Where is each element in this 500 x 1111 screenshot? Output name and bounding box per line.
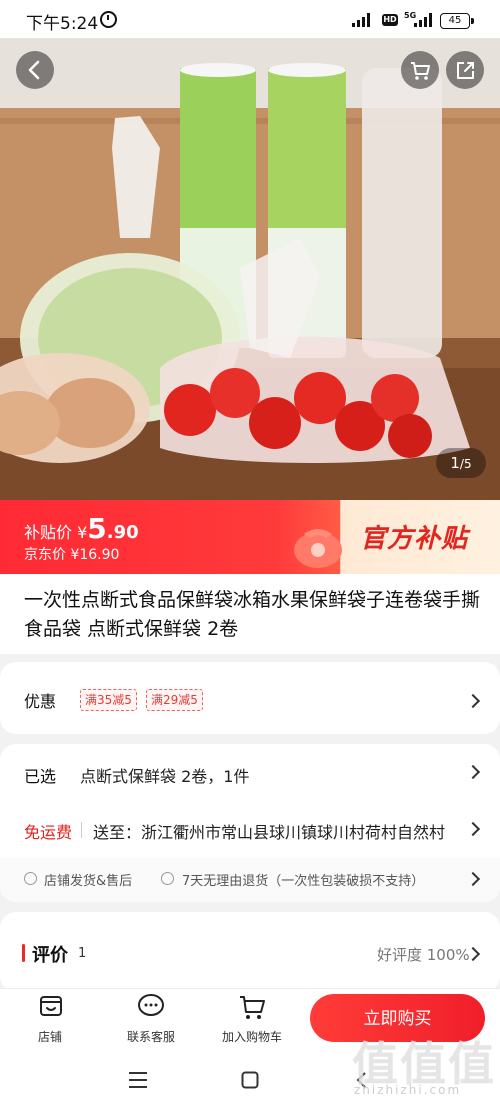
hd-icon: HD (382, 14, 398, 26)
check-circle-icon (24, 872, 37, 885)
back-arrow-icon (28, 60, 40, 80)
store-icon (40, 996, 62, 1016)
product-title: 一次性点断式食品保鲜袋冰箱水果保鲜袋子连卷袋手撕食品袋 点断式保鲜袋 2卷 (24, 589, 481, 640)
product-photo (0, 38, 500, 500)
counter-total: /5 (459, 457, 472, 471)
signal-2-icon (414, 13, 436, 27)
subsidy-price-dec: .90 (106, 522, 139, 543)
official-subsidy-badge: 官方补贴 (360, 524, 469, 554)
status-bar: 下午5:24 HD 5G 45 (0, 0, 500, 38)
cart-icon (411, 62, 430, 80)
reviews-row[interactable]: 评价 1 好评度 100% (0, 912, 500, 992)
cart-button[interactable] (401, 51, 439, 89)
counter-current: 1 (450, 454, 460, 472)
alarm-icon (100, 11, 117, 28)
subsidy-price: 补贴价 ¥5.90 (24, 512, 139, 545)
subsidy-price-label: 补贴价 (24, 523, 73, 542)
chevron-right-icon (465, 693, 481, 709)
divider (81, 822, 82, 838)
share-icon (457, 62, 474, 79)
section-marker (22, 944, 25, 962)
share-button[interactable] (446, 51, 484, 89)
promo-row[interactable]: 优惠 (0, 662, 500, 734)
chevron-right-icon (465, 871, 481, 887)
promo-label: 优惠 (24, 692, 57, 711)
service-row[interactable]: 店铺发货&售后 7天无理由退货（一次性包装破损不支持） (0, 858, 500, 902)
jd-price-value: ¥16.90 (70, 547, 120, 563)
chat-icon (138, 994, 164, 1016)
product-image-gallery[interactable]: 1/5 (0, 38, 500, 500)
back-button[interactable] (16, 51, 54, 89)
promo-tag[interactable]: 满35减5 (80, 689, 137, 711)
lucky-bag-icon (294, 529, 342, 568)
service-item: 店铺发货&售后 (44, 874, 133, 889)
promo-tag[interactable]: 满29减5 (146, 689, 203, 711)
signal-icon (352, 13, 374, 27)
reviews-count: 1 (78, 946, 87, 961)
jd-price-label: 京东价 (24, 547, 66, 563)
chevron-right-icon (465, 764, 481, 780)
options-card: 已选 点断式保鲜袋 2卷，1件 免运费 送至：浙江衢州市常山县球川镇球川村荷村自… (0, 744, 500, 902)
selection-value: 点断式保鲜袋 2卷，1件 (80, 767, 250, 786)
add-to-cart-label: 加入购物车 (222, 1030, 283, 1044)
free-shipping-label: 免运费 (24, 823, 73, 842)
reviews-label: 评价 (32, 945, 68, 966)
selection-label: 已选 (24, 767, 57, 786)
service-item: 7天无理由退货（一次性包装破损不支持） (182, 874, 425, 889)
subsidy-price-int: 5 (87, 512, 107, 545)
check-circle-icon (161, 872, 174, 885)
store-label: 店铺 (38, 1030, 63, 1044)
image-counter: 1/5 (436, 448, 486, 478)
selection-row[interactable]: 已选 点断式保鲜袋 2卷，1件 (0, 744, 500, 802)
menu-icon[interactable] (128, 1071, 148, 1089)
cart-icon (240, 996, 265, 1019)
customer-service-label: 联系客服 (127, 1030, 176, 1044)
status-time: 下午5:24 (26, 14, 99, 34)
shipping-row[interactable]: 免运费 送至：浙江衢州市常山县球川镇球川村荷村自然村 (0, 802, 500, 858)
review-rating: 好评度 100% (377, 946, 470, 964)
battery-icon: 45 (440, 13, 474, 29)
ship-to-address: 送至：浙江衢州市常山县球川镇球川村荷村自然村 (93, 823, 446, 842)
watermark-url: zhizhizhi.com (354, 1083, 462, 1097)
home-icon[interactable] (241, 1071, 259, 1089)
currency-symbol: ¥ (77, 523, 88, 542)
chevron-right-icon (465, 821, 481, 837)
product-title-card: 一次性点断式食品保鲜袋冰箱水果保鲜袋子连卷袋手撕食品袋 点断式保鲜袋 2卷 (0, 574, 500, 654)
jd-price: 京东价 ¥16.90 (24, 544, 119, 564)
